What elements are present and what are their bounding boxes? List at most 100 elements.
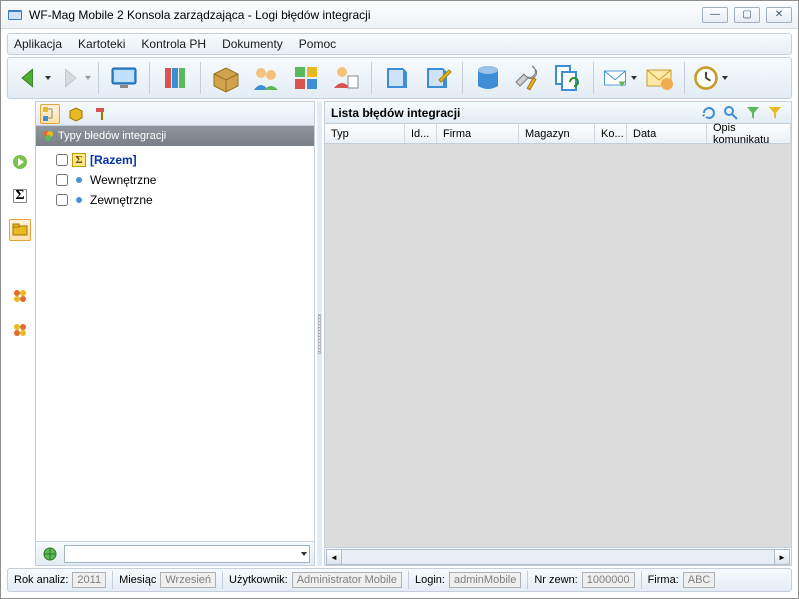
- list-filter1-btn[interactable]: [743, 103, 763, 123]
- tree-row-razem[interactable]: Σ [Razem]: [36, 150, 314, 170]
- list-body[interactable]: [325, 144, 791, 547]
- book-pencil-icon: [421, 62, 453, 94]
- hammer-icon: [94, 106, 110, 122]
- tools-button[interactable]: [509, 60, 547, 96]
- status-firm-value: ABC: [683, 572, 716, 588]
- maximize-button[interactable]: ▢: [734, 7, 760, 23]
- tree-row-zewnetrzne[interactable]: Zewnętrzne: [36, 190, 314, 210]
- strip-folder-btn[interactable]: [9, 219, 31, 241]
- bullet-icon: [76, 197, 82, 203]
- bullet-icon: [76, 177, 82, 183]
- arrow-right-icon: [55, 62, 83, 94]
- user-doc-icon: [330, 62, 362, 94]
- user-doc-button[interactable]: [327, 60, 365, 96]
- checkbox[interactable]: [56, 154, 68, 166]
- menu-kartoteki[interactable]: Kartoteki: [78, 37, 125, 51]
- col-magazyn[interactable]: Magazyn: [519, 124, 595, 143]
- users-icon: [250, 62, 282, 94]
- tree-item-label: [Razem]: [90, 153, 137, 167]
- tree-box-btn[interactable]: [66, 104, 86, 124]
- mail-button[interactable]: [600, 60, 638, 96]
- database-button[interactable]: [469, 60, 507, 96]
- checkbox[interactable]: [56, 194, 68, 206]
- list-panel: Lista błędów integracji Typ Id... Firma …: [324, 101, 792, 566]
- puzzle-orange-icon: [12, 322, 28, 338]
- globe-icon: [42, 546, 58, 562]
- status-user-value: Administrator Mobile: [292, 572, 402, 588]
- users-button[interactable]: [247, 60, 285, 96]
- tree-icon: [42, 106, 58, 122]
- book-edit-button[interactable]: [418, 60, 456, 96]
- mail-warning-icon: [643, 62, 675, 94]
- col-ko[interactable]: Ko...: [595, 124, 627, 143]
- book-blue-button[interactable]: [378, 60, 416, 96]
- col-typ[interactable]: Typ: [325, 124, 405, 143]
- tree-filter-btn[interactable]: [92, 104, 112, 124]
- window-title: WF-Mag Mobile 2 Konsola zarządzająca - L…: [29, 8, 702, 22]
- tree-header-label: Typy błedów integracji: [58, 130, 166, 142]
- menubar: Aplikacja Kartoteki Kontrola PH Dokument…: [7, 33, 792, 55]
- scroll-left-btn[interactable]: ◄: [326, 549, 342, 565]
- nav-forward-button[interactable]: [54, 60, 92, 96]
- statusbar: Rok analiz: 2011 Miesiąc Wrzesień Użytko…: [7, 568, 792, 592]
- status-month-value: Wrzesień: [160, 572, 216, 588]
- status-login-label: Login:: [415, 574, 445, 586]
- tree-footer-icon-btn[interactable]: [40, 544, 60, 564]
- tree-header: Typy błedów integracji: [36, 126, 314, 146]
- status-ext-label: Nr zewn:: [534, 574, 577, 586]
- horizontal-scrollbar[interactable]: ◄ ►: [326, 549, 790, 565]
- content-area: Σ Typy błedów integracji Σ [Razem]: [7, 101, 792, 566]
- strip-flower2-btn[interactable]: [9, 319, 31, 341]
- list-refresh-btn[interactable]: [699, 103, 719, 123]
- menu-kontrola-ph[interactable]: Kontrola PH: [141, 37, 206, 51]
- scroll-right-btn[interactable]: ►: [774, 549, 790, 565]
- menu-aplikacja[interactable]: Aplikacja: [14, 37, 62, 51]
- main-toolbar: [7, 57, 792, 99]
- list-filter2-btn[interactable]: [765, 103, 785, 123]
- tree-footer-combo[interactable]: [64, 545, 310, 563]
- monitor-button[interactable]: [105, 60, 143, 96]
- tree-item-label: Wewnętrzne: [90, 173, 156, 187]
- monitor-icon: [108, 62, 140, 94]
- box-button[interactable]: [207, 60, 245, 96]
- tree-footer: [36, 541, 314, 565]
- books-button[interactable]: [156, 60, 194, 96]
- mail-warning-button[interactable]: [640, 60, 678, 96]
- puzzle-red-icon: [12, 288, 28, 304]
- column-headers: Typ Id... Firma Magazyn Ko... Data Opis …: [325, 124, 791, 144]
- tree-row-wewnetrzne[interactable]: Wewnętrzne: [36, 170, 314, 190]
- list-search-btn[interactable]: [721, 103, 741, 123]
- col-data[interactable]: Data: [627, 124, 707, 143]
- app-icon: [7, 7, 23, 23]
- copy-sync-button[interactable]: [549, 60, 587, 96]
- col-firma[interactable]: Firma: [437, 124, 519, 143]
- left-icon-strip: Σ: [7, 101, 33, 566]
- list-title: Lista błędów integracji: [331, 106, 460, 120]
- clock-icon: [692, 62, 720, 94]
- strip-flower1-btn[interactable]: [9, 285, 31, 307]
- col-id[interactable]: Id...: [405, 124, 437, 143]
- folder-tree-icon: [12, 222, 28, 238]
- blocks-button[interactable]: [287, 60, 325, 96]
- tree-view-btn[interactable]: [40, 104, 60, 124]
- tree-body[interactable]: Σ [Razem] Wewnętrzne Zewnętrzne: [36, 146, 314, 541]
- funnel-yellow-icon: [767, 105, 783, 121]
- col-opis[interactable]: Opis komunikatu: [707, 124, 791, 143]
- mail-arrow-icon: [601, 62, 629, 94]
- nav-back-button[interactable]: [14, 60, 52, 96]
- strip-add-btn[interactable]: [9, 151, 31, 173]
- clock-button[interactable]: [691, 60, 729, 96]
- minimize-button[interactable]: —: [702, 7, 728, 23]
- close-button[interactable]: ✕: [766, 7, 792, 23]
- status-year-label: Rok analiz:: [14, 574, 68, 586]
- tree-item-label: Zewnętrzne: [90, 193, 153, 207]
- status-firm-label: Firma:: [648, 574, 679, 586]
- strip-sigma-btn[interactable]: Σ: [9, 185, 31, 207]
- checkbox[interactable]: [56, 174, 68, 186]
- wrench-icon: [512, 62, 544, 94]
- scroll-track[interactable]: [342, 549, 774, 565]
- tree-panel: Typy błedów integracji Σ [Razem] Wewnętr…: [35, 101, 315, 566]
- menu-dokumenty[interactable]: Dokumenty: [222, 37, 283, 51]
- splitter[interactable]: [317, 101, 322, 566]
- menu-pomoc[interactable]: Pomoc: [299, 37, 336, 51]
